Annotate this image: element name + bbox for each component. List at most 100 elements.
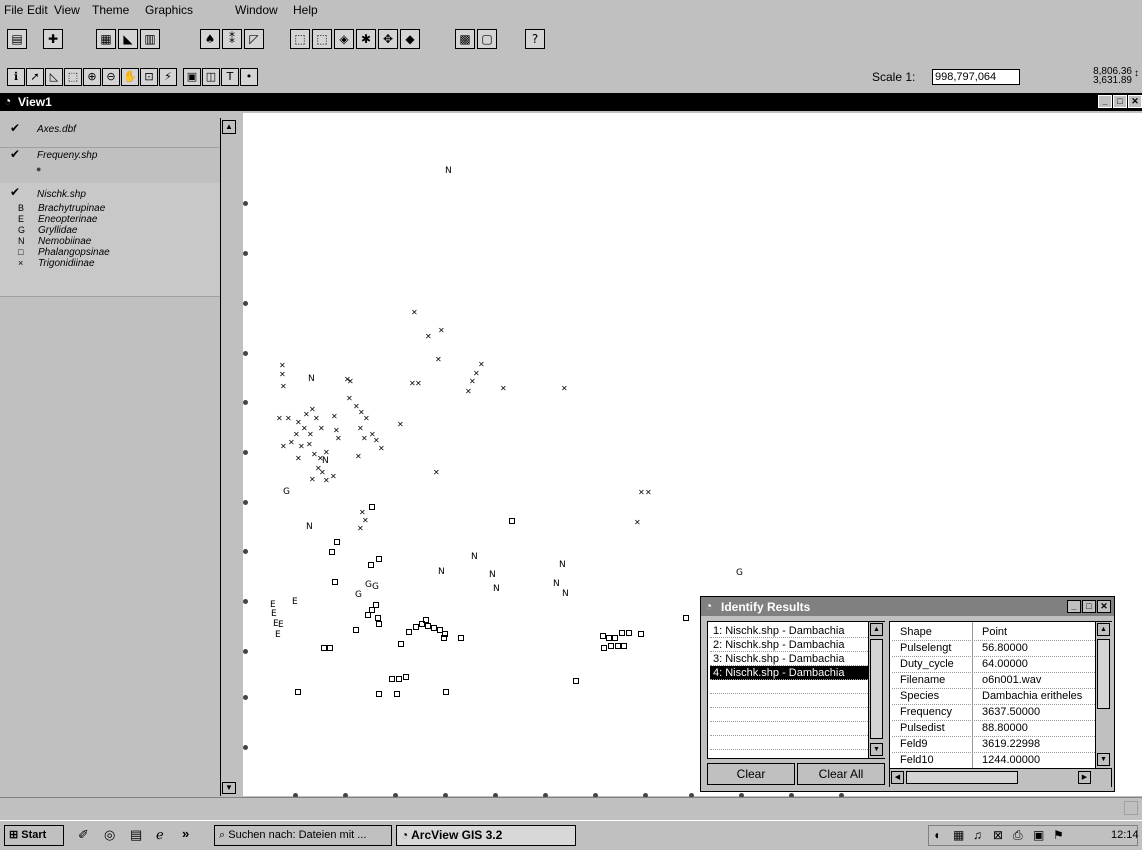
minimize-identify-button[interactable]: _ xyxy=(1067,600,1081,613)
scroll-left-icon[interactable]: ◀ xyxy=(891,771,904,784)
help-icon[interactable]: ? xyxy=(525,29,545,49)
checkbox-checked-icon[interactable]: ✔ xyxy=(10,185,20,199)
measure-icon[interactable]: ⊡ xyxy=(140,68,158,86)
point-trigonidiinae: ✕ xyxy=(357,424,364,433)
vertex-edit-icon[interactable]: ◺ xyxy=(45,68,63,86)
locate-icon[interactable]: ⁑ xyxy=(222,29,242,49)
theme-name: Frequeny.shp xyxy=(37,150,98,161)
menu-graphics[interactable]: Graphics xyxy=(145,3,193,17)
list-scrollbar[interactable]: ▲ ▼ xyxy=(868,622,885,758)
save-icon[interactable]: ▤ xyxy=(7,29,27,49)
volume-icon[interactable]: ◖ xyxy=(933,828,940,842)
menu-help[interactable]: Help xyxy=(293,3,318,17)
pan-icon[interactable]: ✋ xyxy=(121,68,139,86)
zoom-in-tool-icon[interactable]: ⊕ xyxy=(83,68,101,86)
scroll-thumb[interactable] xyxy=(1097,639,1110,709)
zoom-out-tool-icon[interactable]: ⊖ xyxy=(102,68,120,86)
list-item xyxy=(710,680,868,694)
menu-window[interactable]: Window xyxy=(235,3,278,17)
point-nemobiinae: N xyxy=(471,552,478,562)
pointer-icon[interactable]: ➚ xyxy=(26,68,44,86)
theme-properties-icon[interactable]: ▦ xyxy=(96,29,116,49)
point-phalangopsinae xyxy=(389,676,395,682)
identify-feature-list[interactable]: 1: Nischk.shp - Dambachia 2: Nischk.shp … xyxy=(707,621,885,759)
clear-selection-icon[interactable]: ▢ xyxy=(477,29,497,49)
identify-title-bar[interactable]: ◔ Identify Results _ □ ✕ xyxy=(701,597,1114,616)
maximize-view-button[interactable]: □ xyxy=(1113,95,1127,108)
menu-view[interactable]: View xyxy=(54,3,80,17)
open-table-icon[interactable]: ▥ xyxy=(140,29,160,49)
query-icon[interactable]: ◸ xyxy=(244,29,264,49)
desktop-icon[interactable]: ✐ xyxy=(78,827,89,843)
list-item[interactable]: 1: Nischk.shp - Dambachia xyxy=(710,624,868,638)
text-icon[interactable]: T xyxy=(221,68,239,86)
tray-icon[interactable]: ⎙ xyxy=(1013,828,1023,843)
list-item[interactable]: 2: Nischk.shp - Dambachia xyxy=(710,638,868,652)
table-hscrollbar[interactable]: ◀ ▶ xyxy=(890,768,1111,787)
clear-button[interactable]: Clear xyxy=(707,763,795,785)
minimize-view-button[interactable]: _ xyxy=(1098,95,1112,108)
point-phalangopsinae xyxy=(608,643,614,649)
select-feature-icon[interactable]: ⬚ xyxy=(64,68,82,86)
menu-theme[interactable]: Theme xyxy=(92,3,129,17)
menu-file[interactable]: File xyxy=(4,3,23,17)
scale-input[interactable] xyxy=(932,69,1020,85)
zoom-previous-icon[interactable]: ◆ xyxy=(400,29,420,49)
list-item[interactable]: 3: Nischk.shp - Dambachia xyxy=(710,652,868,666)
edit-legend-icon[interactable]: ◣ xyxy=(118,29,138,49)
zoom-full-icon[interactable]: ⬚ xyxy=(290,29,310,49)
tray-icon[interactable]: ⊠ xyxy=(993,828,1003,842)
maximize-identify-button[interactable]: □ xyxy=(1082,600,1096,613)
point-trigonidiinae: ✕ xyxy=(638,488,645,497)
start-button[interactable]: ⊞ Start xyxy=(4,825,64,846)
scroll-up-icon[interactable]: ▲ xyxy=(222,120,236,134)
checkbox-checked-icon[interactable]: ✔ xyxy=(10,147,20,161)
theme-axes[interactable]: ✔ Axes.dbf xyxy=(0,121,220,148)
list-item-selected[interactable]: 4: Nischk.shp - Dambachia xyxy=(710,666,868,680)
tray-icon[interactable]: ▣ xyxy=(1033,828,1044,842)
taskbar-search[interactable]: ⌕ Suchen nach: Dateien mit ... xyxy=(214,825,392,846)
browser-icon[interactable]: ℯ xyxy=(156,827,164,843)
checkbox-checked-icon[interactable]: ✔ xyxy=(10,121,20,135)
add-theme-icon[interactable]: ✚ xyxy=(43,29,63,49)
identify-icon[interactable]: ℹ xyxy=(7,68,25,86)
scroll-right-icon[interactable]: ▶ xyxy=(1078,771,1091,784)
scroll-up-icon[interactable]: ▲ xyxy=(1097,623,1110,636)
scroll-thumb[interactable] xyxy=(870,639,883,739)
taskbar-arcview[interactable]: ◔ ArcView GIS 3.2 xyxy=(396,825,576,846)
area-of-interest-icon[interactable]: ▣ xyxy=(183,68,201,86)
scroll-up-icon[interactable]: ▲ xyxy=(870,623,883,636)
zoom-active-icon[interactable]: ⬚ xyxy=(312,29,332,49)
theme-nischk[interactable]: ✔ Nischk.shp B Brachytrupinae E Eneopterin… xyxy=(0,183,220,297)
explorer-icon[interactable]: ◎ xyxy=(104,827,115,843)
draw-point-icon[interactable]: • xyxy=(240,68,258,86)
scroll-thumb[interactable] xyxy=(906,771,1018,784)
scroll-down-icon[interactable]: ▼ xyxy=(870,743,883,756)
outlook-icon[interactable]: ▤ xyxy=(130,827,142,843)
zoom-selected-icon[interactable]: ◈ xyxy=(334,29,354,49)
point-trigonidiinae: ✕ xyxy=(469,377,476,386)
close-identify-button[interactable]: ✕ xyxy=(1097,600,1111,613)
theme-frequeny[interactable]: ✔ Frequeny.shp ● xyxy=(0,147,220,184)
hotlink-icon[interactable]: ⚡ xyxy=(159,68,177,86)
taskbar: ⊞ Start ✐ ◎ ▤ ℯ » ⌕ Suchen nach: Dateien… xyxy=(0,820,1142,850)
scroll-down-icon[interactable]: ▼ xyxy=(1097,753,1110,766)
scroll-down-icon[interactable]: ▼ xyxy=(222,782,236,794)
toc-scrollbar[interactable]: ▲ ▼ xyxy=(220,118,238,796)
label-icon[interactable]: ◫ xyxy=(202,68,220,86)
select-by-theme-icon[interactable]: ▩ xyxy=(455,29,475,49)
clear-all-button[interactable]: Clear All xyxy=(797,763,885,785)
zoom-in-icon[interactable]: ✱ xyxy=(356,29,376,49)
network-icon[interactable]: ▦ xyxy=(953,828,964,842)
find-icon[interactable]: ♠ xyxy=(200,29,220,49)
zoom-out-icon[interactable]: ✥ xyxy=(378,29,398,49)
tray-icon[interactable]: ⚑ xyxy=(1053,828,1064,842)
table-vscrollbar[interactable]: ▲ ▼ xyxy=(1095,622,1112,768)
close-view-button[interactable]: ✕ xyxy=(1128,95,1142,108)
menu-edit[interactable]: Edit xyxy=(27,3,48,17)
more-icon[interactable]: » xyxy=(182,826,189,841)
attribute-row: Duty_cycle 64.00000 xyxy=(892,656,1097,673)
tray-icon[interactable]: ♫ xyxy=(973,828,982,842)
identify-attribute-table[interactable]: Shape Point Pulselengt 56.80000 Duty_cycle… xyxy=(889,621,1112,787)
point-trigonidiinae: ✕ xyxy=(280,442,287,451)
